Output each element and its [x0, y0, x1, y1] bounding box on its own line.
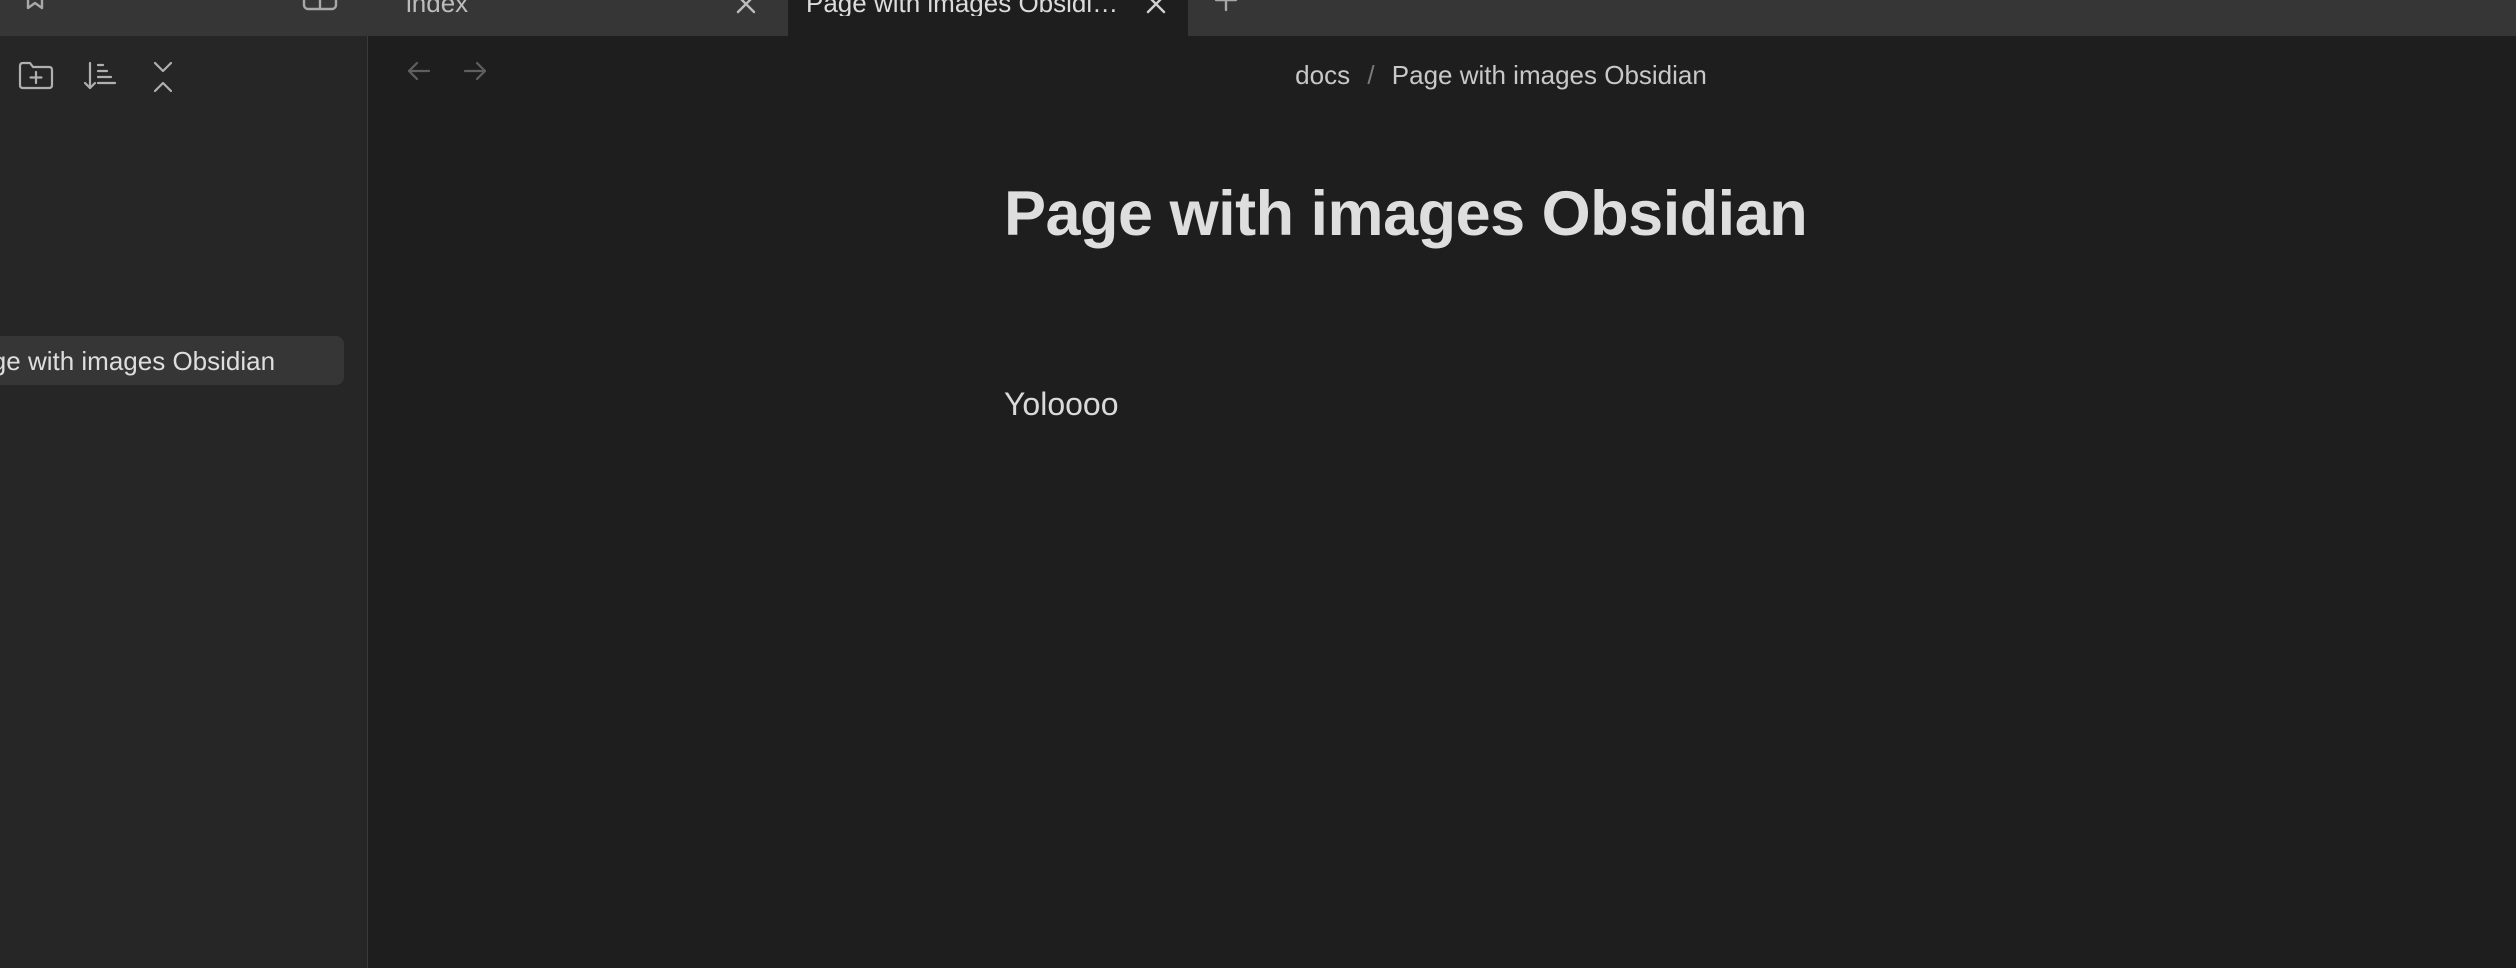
- file-explorer-sidebar: Page with images Obsidian: [0, 36, 368, 968]
- close-icon[interactable]: [1144, 0, 1168, 20]
- bookmark-icon[interactable]: [22, 0, 48, 12]
- tab-title: index: [406, 0, 469, 16]
- new-folder-icon[interactable]: [18, 60, 54, 90]
- tab-page-with-images[interactable]: Page with images Obsidi…: [788, 0, 1188, 36]
- back-arrow-icon[interactable]: [406, 58, 432, 89]
- collapse-all-icon[interactable]: [148, 60, 178, 94]
- tab-title: Page with images Obsidi…: [806, 0, 1119, 16]
- file-item-page-with-images[interactable]: Page with images Obsidian: [0, 336, 344, 385]
- app-window: index Page with images Obsidi… e with im…: [0, 0, 2516, 968]
- breadcrumb-wrap: docs / Page with images Obsidian: [1295, 60, 1707, 91]
- page-title[interactable]: Page with images Obsidian: [1004, 178, 1808, 250]
- breadcrumb-page[interactable]: Page with images Obsidian: [1392, 60, 1707, 90]
- plus-icon[interactable]: [1214, 0, 1238, 19]
- sidebar-layout-icon[interactable]: [302, 0, 338, 12]
- file-item-label: Page with images Obsidian: [0, 346, 276, 376]
- breadcrumb-separator: /: [1367, 60, 1375, 90]
- page-body-text[interactable]: Yoloooo: [1004, 386, 1119, 423]
- tab-bar-left: [0, 0, 368, 36]
- editor-pane: docs / Page with images Obsidian Page wi…: [368, 36, 2516, 968]
- forward-arrow-icon[interactable]: [462, 58, 488, 89]
- breadcrumb-folder[interactable]: docs: [1295, 60, 1350, 90]
- tab-bar: index Page with images Obsidi…: [0, 0, 2516, 36]
- tab-index[interactable]: index: [368, 0, 788, 36]
- sort-icon[interactable]: [82, 60, 118, 92]
- close-icon[interactable]: [734, 0, 758, 20]
